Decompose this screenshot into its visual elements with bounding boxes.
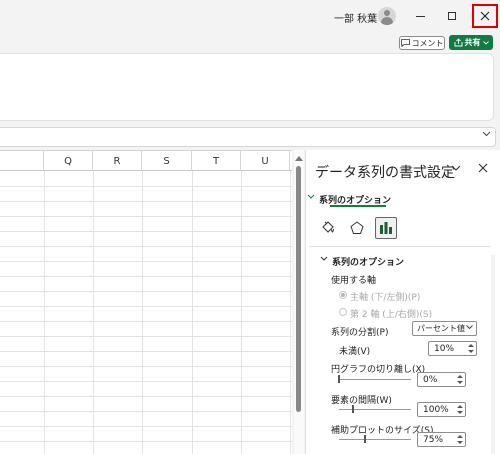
ribbon-panel: [0, 53, 494, 121]
column-header-r[interactable]: R: [93, 151, 142, 171]
comment-button[interactable]: コメント: [399, 36, 445, 50]
column-header-q[interactable]: Q: [44, 151, 93, 171]
formula-expand-chevron-icon[interactable]: [482, 131, 491, 137]
pie-explosion-spinner[interactable]: 0%: [417, 372, 466, 387]
spinner-arrows-icon[interactable]: [467, 343, 474, 354]
grid-row-line: [0, 441, 292, 442]
pie-explosion-value: 0%: [423, 374, 438, 385]
pie-explosion-slider-thumb[interactable]: [338, 375, 340, 383]
grid-row-line: [0, 381, 292, 382]
column-header-s[interactable]: S: [142, 151, 192, 171]
close-button[interactable]: [472, 4, 498, 28]
grid-row-line: [0, 246, 292, 247]
column-headers: Q R S T U V: [0, 151, 292, 171]
pie-explosion-slider[interactable]: [339, 379, 411, 380]
axis-label: 使用する軸: [331, 276, 377, 286]
grid-row-line: [0, 411, 292, 412]
tab-active-underline: [330, 205, 386, 207]
split-series-select[interactable]: パーセント値: [412, 321, 477, 336]
less-than-label: 未満(V): [339, 347, 371, 357]
less-than-value: 10%: [434, 343, 455, 354]
spinner-arrows-icon[interactable]: [456, 434, 463, 445]
grid-row-line: [0, 366, 292, 367]
bar-chart-icon: [380, 222, 392, 234]
pentagon-icon: [350, 221, 364, 234]
primary-axis-radio[interactable]: [339, 291, 347, 299]
user-name[interactable]: 一部 秋葉: [334, 10, 377, 25]
fill-line-tab[interactable]: [317, 217, 339, 239]
column-header-v[interactable]: V: [290, 151, 292, 171]
grid-row-line: [0, 351, 292, 352]
spinner-arrows-icon[interactable]: [456, 374, 463, 385]
split-series-value: パーセント値: [417, 324, 465, 333]
pane-options-chevron-icon[interactable]: [451, 165, 461, 172]
grid-row-line: [0, 216, 292, 217]
less-than-spinner[interactable]: 10%: [428, 341, 477, 356]
grid-row-line: [0, 186, 292, 187]
close-icon: [480, 11, 490, 21]
gap-width-value: 100%: [423, 404, 449, 415]
formula-bar[interactable]: [0, 127, 496, 147]
pane-title: データ系列の書式設定: [315, 165, 455, 181]
grid-row-line: [0, 426, 292, 427]
comment-label: コメント: [411, 38, 444, 48]
chevron-down-icon: [482, 40, 489, 45]
grid-row-line: [0, 276, 292, 277]
chevron-down-icon: [466, 325, 473, 330]
grid-row-line: [0, 306, 292, 307]
second-plot-size-slider[interactable]: [339, 439, 411, 440]
share-button[interactable]: 共有: [449, 35, 493, 50]
tab-chevron-down-icon[interactable]: [307, 194, 315, 200]
gap-width-slider[interactable]: [339, 409, 411, 410]
section-chevron-down-icon[interactable]: [320, 256, 328, 262]
grid-row-line: [0, 321, 292, 322]
avatar[interactable]: [378, 7, 396, 25]
paint-bucket-icon: [322, 221, 334, 233]
gap-width-slider-thumb[interactable]: [352, 405, 354, 413]
share-label: 共有: [464, 38, 481, 47]
section-heading-series-options[interactable]: 系列のオプション: [332, 255, 404, 268]
column-header-t[interactable]: T: [192, 151, 241, 171]
series-options-tab[interactable]: [375, 217, 397, 239]
second-plot-size-value: 75%: [423, 434, 444, 445]
minimize-icon: [415, 15, 425, 17]
pane-divider: [310, 246, 490, 247]
effects-tab[interactable]: [346, 217, 368, 239]
second-plot-size-spinner[interactable]: 75%: [417, 432, 466, 447]
gap-width-label: 要素の間隔(W): [331, 396, 392, 406]
gap-width-spinner[interactable]: 100%: [417, 402, 466, 417]
column-header[interactable]: [0, 151, 44, 171]
maximize-icon: [448, 12, 456, 20]
grid-row-line: [0, 336, 292, 337]
minimize-button[interactable]: [407, 4, 433, 28]
share-icon: [454, 38, 462, 47]
primary-axis-label: 主軸 (下/左側)(P): [350, 293, 421, 303]
grid-row-line: [0, 201, 292, 202]
pie-explosion-label: 円グラフの切り離し(X): [331, 365, 426, 375]
scroll-up-arrow-icon[interactable]: [295, 156, 303, 161]
pane-scrollbar[interactable]: [491, 255, 495, 454]
secondary-axis-radio[interactable]: [339, 308, 347, 316]
grid-row-line: [0, 261, 292, 262]
grid-row-line: [0, 291, 292, 292]
comment-icon: [400, 39, 410, 47]
maximize-button[interactable]: [439, 4, 465, 28]
column-header-u[interactable]: U: [241, 151, 290, 171]
spinner-arrows-icon[interactable]: [456, 404, 463, 415]
grid-row-line: [0, 231, 292, 232]
secondary-axis-label: 第 2 軸 (上/右側)(S): [350, 310, 433, 320]
pane-close-icon[interactable]: [478, 163, 488, 173]
spreadsheet-grid[interactable]: Q R S T U V: [0, 150, 292, 454]
scrollbar-thumb[interactable]: [296, 166, 301, 412]
second-plot-size-slider-thumb[interactable]: [364, 435, 366, 443]
split-series-label: 系列の分割(P): [331, 328, 389, 338]
grid-row-line: [0, 396, 292, 397]
